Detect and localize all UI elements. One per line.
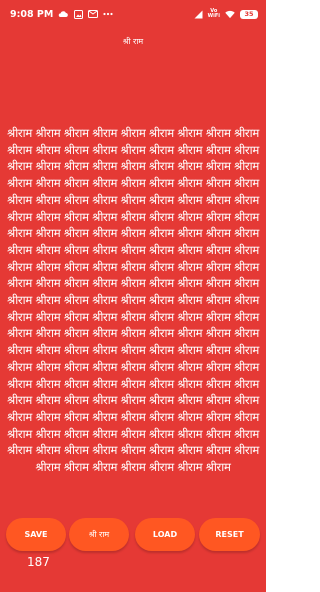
more-dots-icon [103,9,113,19]
load-button[interactable]: LOAD [135,518,195,551]
save-button[interactable]: SAVE [6,518,66,551]
volte-line-2: WiFi [207,13,220,19]
signal-icon [193,9,203,19]
image-icon [73,9,83,19]
status-bar: 9:08 PM Vo WiFi 35 [0,0,266,28]
volte-wifi-label: Vo WiFi [208,9,220,19]
email-icon [88,9,99,19]
mantra-text-area: श्रीराम श्रीराम श्रीराम श्रीराम श्रीराम … [7,126,259,475]
cloud-icon [58,9,69,19]
reset-button[interactable]: RESET [199,518,260,551]
mantra-counter: 187 [27,555,50,569]
status-time: 9:08 PM [10,8,54,20]
status-right: Vo WiFi 35 [193,9,258,19]
page-title: श्री राम [122,37,144,46]
wifi-icon [225,9,235,19]
app-screen: 9:08 PM Vo WiFi 35 श्री राम श्रीराम श्री… [0,0,266,592]
button-row: SAVE श्री राम LOAD RESET [6,518,260,551]
shriram-button[interactable]: श्री राम [69,518,129,551]
battery-icon: 35 [240,9,258,19]
status-left: 9:08 PM [10,9,113,20]
